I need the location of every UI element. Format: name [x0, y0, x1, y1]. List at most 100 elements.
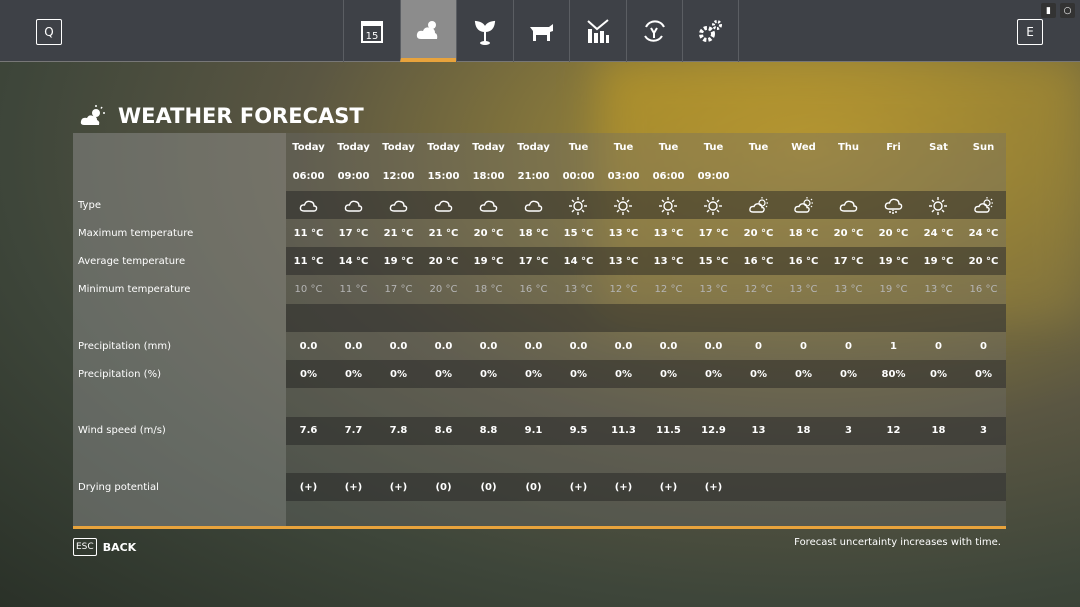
- empty-cell: [736, 445, 781, 473]
- cell-precip_pct: 0%: [930, 368, 947, 380]
- tab-weather[interactable]: [399, 0, 456, 62]
- cell-max: 21 °C: [428, 227, 459, 239]
- row-drying: Drying potential (+) (+) (+) (0) (0) (0) (+) (+)…: [73, 473, 1006, 501]
- calendar-icon: 15: [360, 21, 383, 43]
- cell-min: 13 °C: [699, 284, 728, 296]
- empty-cell: [421, 501, 466, 529]
- tab-cycle[interactable]: [625, 0, 683, 62]
- tab-stats[interactable]: [569, 0, 626, 62]
- empty-cell: [511, 445, 556, 473]
- cell-max: 24 °C: [923, 227, 954, 239]
- cell-avg: 19 °C: [923, 255, 954, 267]
- prev-page-key[interactable]: Q: [36, 19, 62, 45]
- cell-min: 16 °C: [969, 284, 998, 296]
- weather-icon: [417, 21, 438, 39]
- empty-cell: [331, 388, 376, 416]
- cell-day: Sun: [972, 141, 995, 153]
- cell-day: Tue: [613, 141, 634, 153]
- cloudy-icon: [286, 191, 331, 219]
- cell-drying: (+): [389, 481, 408, 493]
- cell-day: Today: [517, 141, 550, 153]
- cell-precip_pct: 0%: [345, 368, 362, 380]
- empty-cell: [826, 388, 871, 416]
- empty-cell: [511, 388, 556, 416]
- row-spacer: [73, 501, 1006, 529]
- row-label: Drying potential: [78, 481, 159, 493]
- row-label: Precipitation (mm): [78, 340, 171, 352]
- cell-wind: 18: [796, 425, 811, 437]
- tab-sprout[interactable]: [456, 0, 513, 62]
- empty-cell: [331, 501, 376, 529]
- cell-time: [781, 162, 826, 190]
- microphone-icon: ▮: [1041, 3, 1056, 18]
- empty-cell: [331, 304, 376, 332]
- esc-key: ESC: [73, 538, 97, 556]
- cell-wind: 13: [751, 425, 766, 437]
- empty-cell: [466, 501, 511, 529]
- empty-cell: [601, 388, 646, 416]
- cell-avg: 15 °C: [698, 255, 729, 267]
- cell-avg: 11 °C: [293, 255, 324, 267]
- row-label: Type: [78, 199, 101, 211]
- empty-cell: [871, 445, 916, 473]
- page-title: WEATHER FORECAST: [80, 104, 364, 128]
- cell-min: 19 °C: [879, 284, 908, 296]
- empty-cell: [781, 388, 826, 416]
- forecast-table: Today Today Today Today Today Today Tue Tue Tue T…: [73, 133, 1006, 529]
- cell-avg: 17 °C: [518, 255, 549, 267]
- cell-precip_pct: 0%: [435, 368, 452, 380]
- empty-cell: [871, 304, 916, 332]
- weather-icon: [80, 105, 105, 125]
- cell-precip_mm: 0.0: [299, 340, 318, 352]
- tab-cow[interactable]: [512, 0, 570, 62]
- cell-wind: 8.6: [434, 425, 453, 437]
- cell-time: [961, 162, 1006, 190]
- empty-cell: [691, 501, 736, 529]
- cell-day: Thu: [837, 141, 860, 153]
- cell-drying: (0): [480, 481, 497, 493]
- cell-day: Today: [337, 141, 370, 153]
- cell-avg: 13 °C: [608, 255, 639, 267]
- next-page-key[interactable]: E: [1017, 19, 1043, 45]
- cell-wind: 12: [886, 425, 901, 437]
- cell-day: Today: [292, 141, 325, 153]
- empty-cell: [556, 304, 601, 332]
- row-spacer: [73, 388, 1006, 416]
- tab-gears[interactable]: [682, 0, 739, 62]
- cell-avg: 19 °C: [473, 255, 504, 267]
- cell-wind: 3: [980, 425, 987, 437]
- back-button[interactable]: ESC BACK: [73, 538, 136, 556]
- cell-time: 03:00: [607, 170, 640, 182]
- empty-cell: [781, 501, 826, 529]
- cell-max: 18 °C: [788, 227, 819, 239]
- gears-icon: [699, 20, 723, 42]
- cell-avg: 14 °C: [338, 255, 369, 267]
- cell-wind: 18: [931, 425, 946, 437]
- cell-drying: (+): [659, 481, 678, 493]
- menu-tabs: 15: [343, 0, 739, 62]
- cell-time: 09:00: [337, 170, 370, 182]
- cell-wind: 11.5: [656, 425, 681, 437]
- cell-min: 10 °C: [294, 284, 323, 296]
- empty-cell: [961, 445, 1006, 473]
- empty-cell: [466, 445, 511, 473]
- cell-wind: 7.8: [389, 425, 408, 437]
- row-label: Minimum temperature: [78, 284, 191, 296]
- row-label: Maximum temperature: [78, 227, 194, 239]
- cell-day: Today: [382, 141, 415, 153]
- cell-precip_pct: 0%: [750, 368, 767, 380]
- empty-cell: [961, 501, 1006, 529]
- empty-cell: [556, 501, 601, 529]
- cow-icon: [530, 24, 554, 41]
- tab-calendar[interactable]: 15: [343, 0, 400, 62]
- empty-cell: [556, 388, 601, 416]
- cell-drying: (+): [614, 481, 633, 493]
- cell-wind: 7.7: [344, 425, 363, 437]
- cell-wind: 12.9: [701, 425, 726, 437]
- row-label: [73, 304, 286, 332]
- empty-cell: [376, 501, 421, 529]
- sunny-icon: [646, 191, 691, 219]
- cell-precip_mm: 0: [845, 340, 852, 352]
- stats-icon: [587, 19, 609, 43]
- empty-cell: [421, 388, 466, 416]
